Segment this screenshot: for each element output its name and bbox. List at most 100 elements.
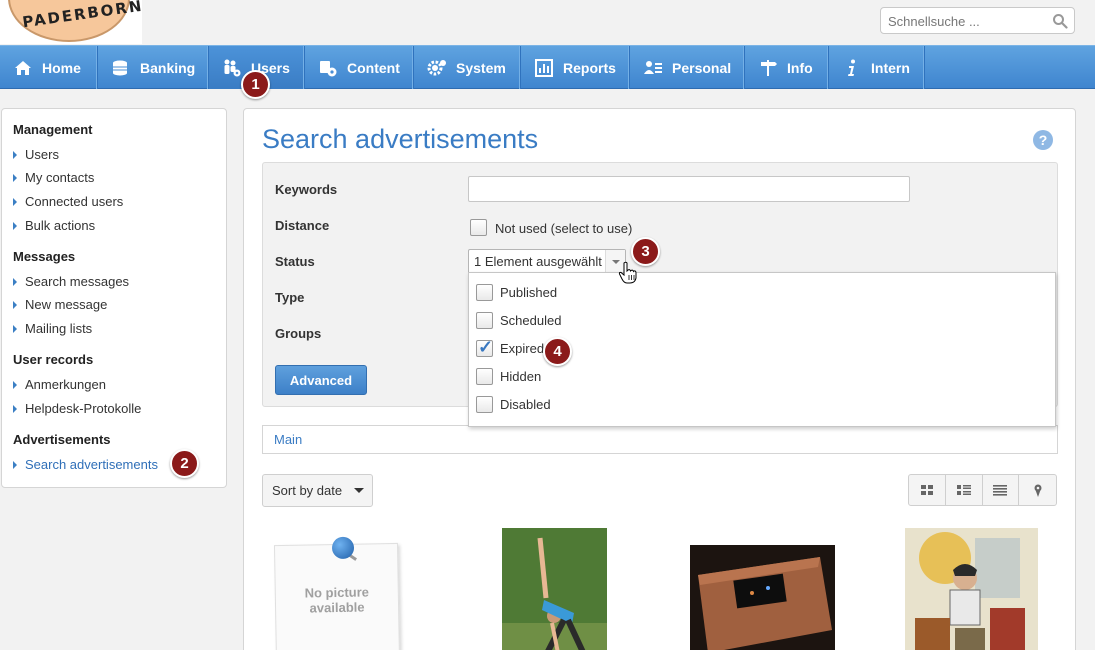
status-option-checkbox[interactable]: [476, 396, 493, 413]
annotation-badge-2: 2: [170, 449, 199, 478]
users-gear-icon: [221, 58, 243, 78]
nav-system-label: System: [456, 59, 506, 76]
nav-content-label: Content: [347, 59, 400, 76]
nav-reports[interactable]: Reports: [521, 46, 630, 89]
nav-home[interactable]: Home: [0, 46, 98, 89]
home-icon: [12, 58, 34, 78]
distance-checkbox-label: Not used (select to use): [495, 221, 633, 236]
page-title: Search advertisements: [262, 124, 539, 154]
distance-label: Distance: [275, 218, 330, 233]
list-detail-icon: [956, 485, 971, 495]
list-view-button[interactable]: [983, 475, 1020, 505]
caret-right-icon: [13, 380, 17, 389]
logo[interactable]: PADERBORN: [0, 0, 142, 44]
status-option-hidden[interactable]: Hidden: [469, 363, 1055, 391]
book-cover-image: [905, 528, 1038, 650]
map-view-button[interactable]: [1019, 475, 1056, 505]
list-detail-view-button[interactable]: [946, 475, 983, 505]
annotation-badge-3: 3: [631, 237, 660, 266]
sidebar-heading-user-records: User records: [13, 352, 94, 367]
status-option-checkbox[interactable]: [476, 284, 493, 301]
list-icon: [993, 485, 1008, 496]
status-option-label: Published: [500, 285, 558, 300]
status-option-label: Expired: [500, 341, 545, 356]
sidebar-item-bulk-actions[interactable]: Bulk actions: [13, 218, 95, 233]
status-option-scheduled[interactable]: Scheduled: [469, 307, 1055, 335]
status-option-checkbox[interactable]: [476, 312, 493, 329]
sidebar-item-new-message[interactable]: New message: [13, 297, 107, 312]
ad-thumbnail-book-cover[interactable]: [905, 528, 1038, 650]
sidebar-item-label: Connected users: [25, 194, 124, 209]
sidebar-item-connected-users[interactable]: Connected users: [13, 194, 123, 209]
sidebar-item-label: Mailing lists: [25, 321, 93, 336]
sidebar-item-label: Search messages: [25, 274, 130, 289]
sort-dropdown-label: Sort by date: [272, 483, 343, 498]
signpost-icon: [757, 58, 779, 78]
distance-checkbox[interactable]: [470, 219, 487, 236]
status-option-checkbox[interactable]: [476, 368, 493, 385]
no-picture-text: No picture available: [304, 584, 370, 616]
caret-right-icon: [13, 460, 17, 469]
sidebar-item-users[interactable]: Users: [13, 147, 59, 162]
advanced-button[interactable]: Advanced: [275, 365, 367, 395]
caret-right-icon: [13, 324, 17, 333]
grid-icon: [920, 485, 933, 495]
ad-thumbnail-box[interactable]: [690, 545, 835, 650]
sidebar-item-label: My contacts: [25, 170, 95, 185]
nav-system[interactable]: System: [414, 46, 521, 89]
sidebar-heading-messages: Messages: [13, 249, 76, 264]
sidebar-item-anmerkungen[interactable]: Anmerkungen: [13, 377, 106, 392]
sidebar-heading-management: Management: [13, 122, 93, 137]
sidebar-item-label: Anmerkungen: [25, 377, 106, 392]
caret-right-icon: [13, 173, 17, 182]
sidebar-item-search-advertisements[interactable]: Search advertisements: [13, 457, 158, 472]
chart-icon: [533, 58, 555, 78]
id-card-icon: [642, 58, 664, 78]
sidebar-item-label: New message: [25, 297, 108, 312]
no-picture-placeholder[interactable]: No picture available: [273, 536, 401, 650]
hand-cursor-icon: [618, 261, 637, 284]
nav-personal-label: Personal: [672, 59, 732, 76]
nav-intern-label: Intern: [871, 59, 910, 76]
nav-banking[interactable]: Banking: [98, 46, 209, 89]
nav-intern[interactable]: Intern: [829, 46, 925, 89]
top-header: PADERBORN: [0, 0, 1095, 44]
sidebar-item-my-contacts[interactable]: My contacts: [13, 170, 94, 185]
quick-search-input[interactable]: [888, 13, 1048, 29]
status-option-published[interactable]: Published: [469, 279, 1055, 307]
chevron-down-icon: [354, 488, 365, 493]
nav-reports-label: Reports: [563, 59, 616, 76]
sidebar-item-mailing-lists[interactable]: Mailing lists: [13, 321, 92, 336]
annotation-badge-4: 4: [543, 337, 572, 366]
caret-right-icon: [13, 277, 17, 286]
status-option-label: Disabled: [500, 397, 551, 412]
sidebar-item-search-messages[interactable]: Search messages: [13, 274, 129, 289]
ad-thumbnail-yoga[interactable]: [502, 528, 607, 650]
caret-right-icon: [13, 150, 17, 159]
yoga-photo-image: [502, 528, 607, 650]
tab-main[interactable]: Main: [274, 432, 302, 447]
search-icon[interactable]: [1052, 13, 1068, 29]
content-gear-icon: [317, 58, 339, 78]
sort-dropdown[interactable]: Sort by date: [262, 474, 373, 507]
sidebar-item-label: Search advertisements: [25, 457, 158, 472]
grid-view-button[interactable]: [909, 475, 946, 505]
help-icon[interactable]: ?: [1033, 130, 1053, 150]
sidebar-item-helpdesk-protokolle[interactable]: Helpdesk-Protokolle: [13, 401, 141, 416]
nav-personal[interactable]: Personal: [630, 46, 745, 89]
caret-right-icon: [13, 197, 17, 206]
caret-right-icon: [13, 404, 17, 413]
status-option-checkbox[interactable]: ✓: [476, 338, 493, 357]
annotation-badge-1: 1: [241, 70, 270, 99]
status-option-disabled[interactable]: Disabled: [469, 391, 1055, 419]
nav-info[interactable]: Info: [745, 46, 829, 89]
gears-icon: [426, 58, 448, 78]
nav-content[interactable]: Content: [305, 46, 414, 89]
sidebar-item-label: Helpdesk-Protokolle: [25, 401, 142, 416]
box-photo-image: [690, 545, 835, 650]
keywords-input[interactable]: [468, 176, 910, 202]
caret-right-icon: [13, 221, 17, 230]
quick-search[interactable]: [880, 7, 1075, 34]
status-select[interactable]: 1 Element ausgewählt: [468, 249, 626, 274]
caret-right-icon: [13, 300, 17, 309]
